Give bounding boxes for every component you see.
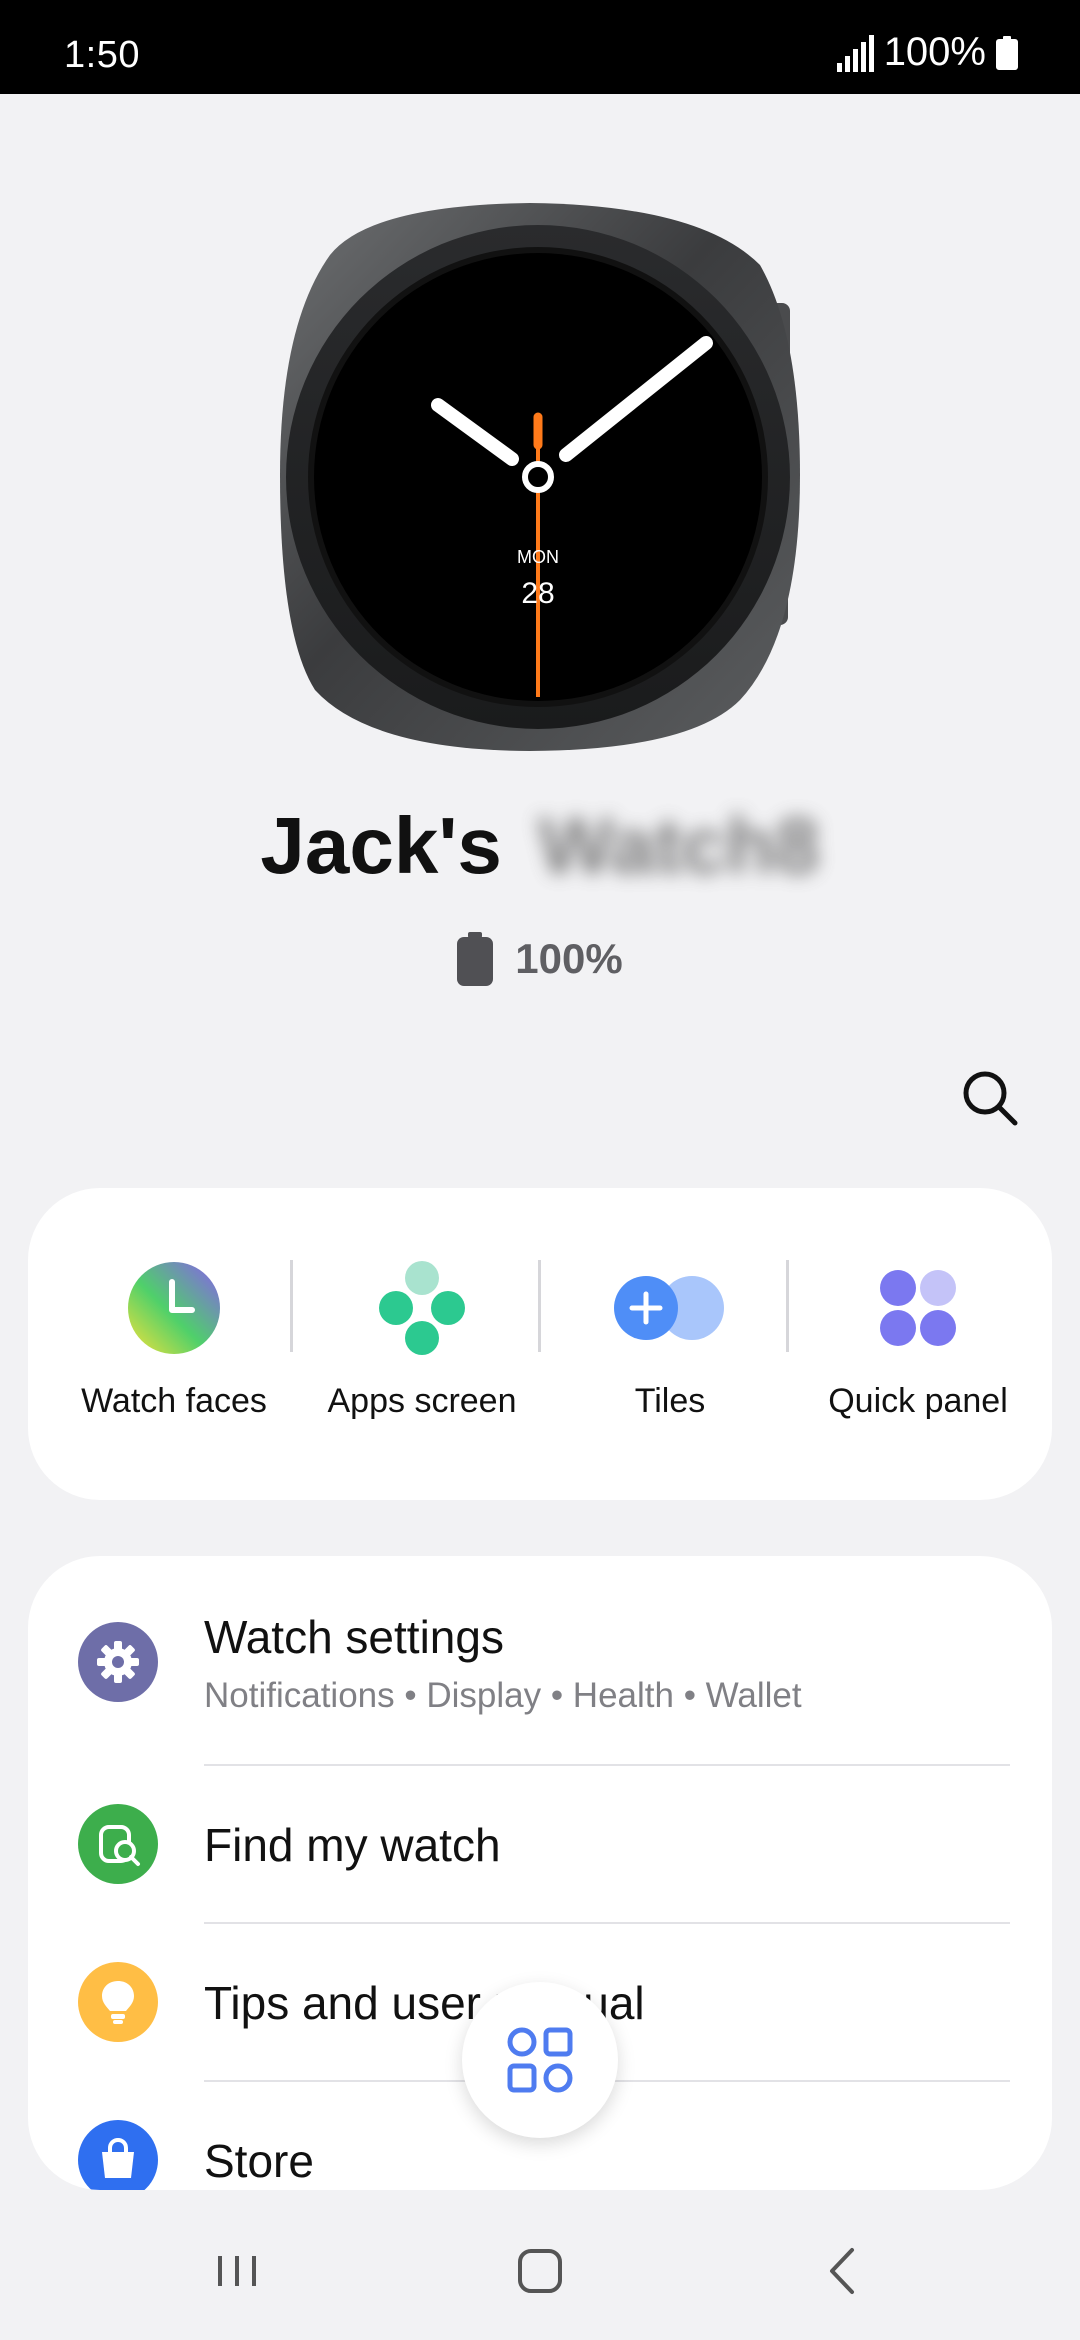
status-time: 1:50 <box>64 34 140 76</box>
watch-image[interactable]: MON 28 <box>270 195 810 755</box>
shortcut-apps-screen[interactable]: Apps screen <box>298 1188 546 1500</box>
battery-icon <box>996 35 1018 70</box>
shortcut-label: Apps screen <box>327 1382 517 1420</box>
shortcuts-card: Watch faces Apps screen Tiles Quick pane… <box>28 1188 1052 1500</box>
back-button[interactable] <box>808 2236 878 2306</box>
navigation-bar <box>0 2200 1080 2340</box>
home-button[interactable] <box>505 2236 575 2306</box>
search-icon <box>963 1071 1018 1126</box>
status-indicators: 100% <box>836 30 1018 75</box>
watch-illustration <box>280 203 800 751</box>
menu-item-title: Store <box>204 2135 314 2187</box>
shopping-bag-icon <box>78 2120 158 2190</box>
search-button[interactable] <box>960 1068 1020 1128</box>
signal-icon <box>836 34 874 72</box>
device-name-owner: Jack's <box>260 801 502 890</box>
menu-item-title: Watch settings <box>204 1611 504 1663</box>
tiles-icon <box>614 1276 724 1340</box>
menu-item-watch-settings[interactable]: Watch settings Notifications • Display •… <box>28 1556 1052 1768</box>
recent-apps-button[interactable] <box>202 2236 272 2306</box>
watch-face-date: 28 <box>521 577 555 610</box>
shortcut-divider <box>290 1260 293 1352</box>
device-name: Jack's Watch8 <box>0 800 1080 892</box>
shortcut-divider <box>786 1260 789 1352</box>
shortcut-label: Quick panel <box>828 1382 1008 1420</box>
shortcut-tiles[interactable]: Tiles <box>546 1188 794 1500</box>
recent-apps-icon <box>218 2256 256 2286</box>
find-watch-icon <box>78 1804 158 1884</box>
lightbulb-icon <box>78 1962 158 2042</box>
apps-fab-button[interactable] <box>462 1982 618 2138</box>
home-icon <box>518 2249 562 2293</box>
menu-item-title: Find my watch <box>204 1819 501 1871</box>
quick-panel-icon <box>880 1270 956 1346</box>
watch-battery-percent: 100% <box>515 935 623 982</box>
shortcut-divider <box>538 1260 541 1352</box>
shortcut-label: Tiles <box>634 1382 706 1420</box>
back-icon <box>830 2248 854 2294</box>
menu-item-subtitle: Notifications • Display • Health • Walle… <box>204 1676 802 1715</box>
watch-faces-icon <box>128 1262 220 1354</box>
menu-item-find-my-watch[interactable]: Find my watch <box>28 1766 1052 1924</box>
shortcut-quick-panel[interactable]: Quick panel <box>794 1188 1042 1500</box>
shortcut-label: Watch faces <box>81 1382 267 1420</box>
apps-grid-icon <box>507 2027 573 2093</box>
device-name-model: Watch8 <box>538 801 820 890</box>
status-battery-percent: 100% <box>883 30 986 74</box>
watch-battery-icon <box>457 932 494 986</box>
shortcut-watch-faces[interactable]: Watch faces <box>50 1188 298 1500</box>
apps-screen-icon <box>379 1261 465 1355</box>
status-bar: 1:50 100% <box>0 0 1080 94</box>
watch-battery: 100% <box>0 932 1080 986</box>
watch-face-day: MON <box>517 547 559 567</box>
gear-icon <box>78 1622 158 1702</box>
